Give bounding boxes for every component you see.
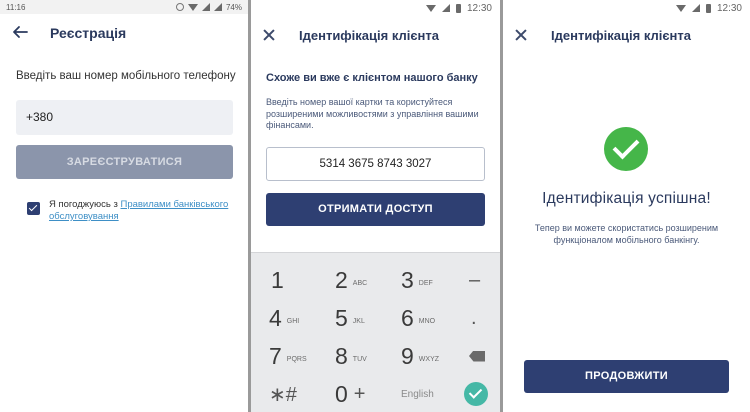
identification-success-screen: 12:30 Ідентифікація клієнта Ідентифікаці… (503, 0, 750, 412)
signal-icon (691, 4, 700, 12)
card-instructions: Введіть номер вашої картки та користуйте… (266, 97, 479, 130)
key-1[interactable]: 1 (271, 261, 341, 299)
key-3[interactable]: 3 DEF (401, 261, 471, 299)
checkbox-checked-icon[interactable] (27, 202, 40, 215)
key-0[interactable]: 0 + (335, 375, 405, 412)
terms-agreement: Я погоджуюсь з Правилами банківського об… (27, 199, 237, 223)
key-6[interactable]: 6 MNO (401, 299, 471, 337)
success-description: Тепер ви можете скористатись розширеним … (534, 223, 719, 245)
client-identification-screen: 12:30 Ідентифікація клієнта Схоже ви вже… (251, 0, 500, 412)
wifi-icon (187, 3, 198, 11)
back-arrow-icon[interactable] (12, 24, 28, 40)
success-check-icon (604, 127, 648, 171)
status-time: 12:30 (466, 2, 492, 14)
status-time: 12:30 (716, 2, 742, 14)
card-number-input[interactable]: 5314 3675 8743 3027 (266, 147, 485, 181)
battery-icon (455, 3, 461, 13)
key-5[interactable]: 5 JKL (335, 299, 405, 337)
key-4[interactable]: 4 GHI (269, 299, 339, 337)
registration-screen: 11:16 74% Реєстрація Введіть ваш номер м… (0, 0, 248, 412)
app-bar: Ідентифікація клієнта (503, 26, 750, 48)
phone-input[interactable]: +380 (16, 100, 233, 135)
numeric-keypad: 1 2 ABC 3 DEF – 4 GHI 5 JKL 6 MNO . 7 PQRS 8 TU… (251, 252, 500, 412)
page-title: Ідентифікація клієнта (299, 28, 439, 43)
phone-prompt: Введіть ваш номер мобільного телефону (16, 70, 236, 82)
key-9[interactable]: 9 WXYZ (401, 337, 471, 375)
wifi-icon (425, 4, 436, 12)
page-title: Реєстрація (50, 25, 127, 41)
wifi-icon (675, 4, 686, 12)
status-bar: 12:30 (251, 0, 500, 16)
existing-client-heading: Схоже ви вже є клієнтом нашого банку (266, 72, 478, 84)
status-bar: 12:30 (503, 0, 750, 16)
key-7[interactable]: 7 PQRS (269, 337, 339, 375)
backspace-icon (469, 350, 485, 362)
app-bar: Реєстрація (0, 22, 248, 46)
agree-text: Я погоджуюсь з (49, 199, 121, 210)
signal-icon (213, 3, 222, 11)
close-icon[interactable] (515, 29, 527, 41)
battery-icon (705, 3, 711, 13)
success-title: Ідентифікація успішна! (542, 190, 711, 207)
language-key[interactable]: English (401, 375, 471, 412)
alarm-icon (175, 3, 184, 11)
close-icon[interactable] (263, 29, 275, 41)
key-minus[interactable]: – (469, 261, 497, 299)
battery-percent: 74% (225, 2, 242, 12)
app-bar: Ідентифікація клієнта (251, 26, 500, 48)
key-dot[interactable]: . (471, 299, 497, 337)
status-bar: 11:16 74% (0, 0, 248, 14)
done-check-icon (464, 382, 488, 406)
key-star-hash[interactable]: ∗# (269, 375, 339, 412)
key-2[interactable]: 2 ABC (335, 261, 405, 299)
get-access-button[interactable]: ОТРИМАТИ ДОСТУП (266, 193, 485, 226)
signal-icon (201, 3, 210, 11)
backspace-key[interactable] (463, 337, 497, 375)
register-button[interactable]: ЗАРЕЄСТРУВАТИСЯ (16, 145, 233, 179)
status-time: 11:16 (6, 2, 26, 12)
page-title: Ідентифікація клієнта (551, 28, 691, 43)
continue-button[interactable]: ПРОДОВЖИТИ (524, 360, 729, 393)
signal-icon (441, 4, 450, 12)
done-key[interactable] (464, 375, 494, 412)
key-8[interactable]: 8 TUV (335, 337, 405, 375)
